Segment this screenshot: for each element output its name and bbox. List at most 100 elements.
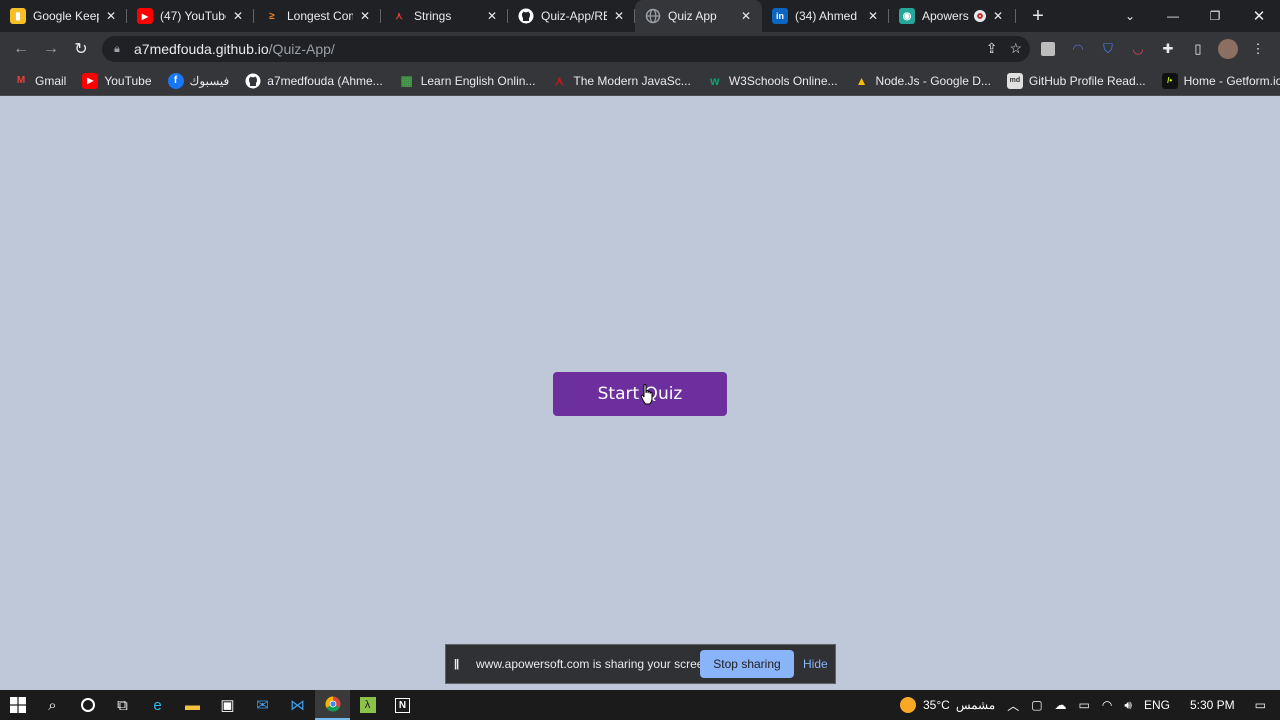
notifications-icon[interactable]: ▭ bbox=[1255, 698, 1266, 712]
reload-icon: ↻ bbox=[74, 41, 88, 58]
bookmark-label: Learn English Onlin... bbox=[420, 73, 536, 88]
bookmark-facebook[interactable]: f فيسبوك bbox=[167, 72, 230, 89]
chrome-button[interactable] bbox=[315, 690, 350, 720]
vscode-icon: ⋈ bbox=[290, 697, 305, 714]
facebook-icon: f bbox=[167, 72, 184, 89]
task-view-button[interactable]: ⧉ bbox=[105, 690, 140, 720]
close-icon[interactable]: ✕ bbox=[990, 8, 1006, 24]
stop-sharing-button[interactable]: Stop sharing bbox=[700, 650, 794, 678]
bookmark-nodejs-drive[interactable]: ▲ Node.Js - Google D... bbox=[854, 73, 991, 89]
address-bar[interactable]: 🔒︎ a7medfouda.github.io /Quiz-App/ ⇪ ☆ bbox=[102, 36, 1030, 62]
new-tab-button[interactable]: + bbox=[1024, 2, 1052, 30]
globe-icon bbox=[645, 8, 661, 24]
close-icon[interactable]: ✕ bbox=[611, 8, 627, 24]
puzzle-icon[interactable]: ✚ bbox=[1158, 39, 1178, 59]
shield-icon[interactable]: ⛉ bbox=[1098, 39, 1118, 59]
tab-title: (34) Ahmed F bbox=[795, 9, 861, 23]
tab-title: Longest Com bbox=[287, 9, 353, 23]
side-panel-icon[interactable]: ▯ bbox=[1188, 39, 1208, 59]
vscode-button[interactable]: ⋈ bbox=[280, 690, 315, 720]
tab-quiz-app[interactable]: Quiz App ✕ bbox=[635, 0, 762, 32]
edge-button[interactable]: e bbox=[140, 690, 175, 720]
bookmark-label: فيسبوك bbox=[189, 73, 230, 88]
reload-button[interactable]: ↻ bbox=[66, 34, 96, 64]
tab-google-keep[interactable]: ▮ Google Keep ✕ bbox=[0, 0, 127, 32]
menu-icon[interactable]: ⋮ bbox=[1248, 39, 1268, 59]
back-button[interactable]: ← bbox=[6, 34, 36, 64]
tab-quiz-app-readme[interactable]: Quiz-App/RE ✕ bbox=[508, 0, 635, 32]
recording-icon bbox=[974, 10, 986, 22]
windows-taskbar: ⌕ ⧉ e ▬ ▣ ✉ ⋈ λ N 35°C مشمس ︿ ▢ ☁ ▭ ◠ 🔊︎… bbox=[0, 690, 1280, 720]
extension-icon[interactable]: ◠ bbox=[1068, 39, 1088, 59]
close-icon[interactable]: ✕ bbox=[738, 8, 754, 24]
file-explorer-button[interactable]: ▬ bbox=[175, 690, 210, 720]
close-icon[interactable]: ✕ bbox=[865, 8, 881, 24]
github-icon bbox=[518, 8, 534, 24]
bookmark-label: W3Schools Online... bbox=[728, 73, 838, 88]
javascript-info-icon: ⋏ bbox=[554, 72, 565, 88]
close-icon[interactable]: ✕ bbox=[357, 8, 373, 24]
weather-condition: مشمس bbox=[955, 698, 996, 712]
lock-icon: 🔒︎ bbox=[114, 43, 120, 55]
bookmark-youtube[interactable]: ▶ YouTube bbox=[82, 72, 152, 89]
folder-icon: ▬ bbox=[185, 696, 200, 714]
youtube-icon: ▶ bbox=[137, 8, 153, 24]
bookmark-star-icon[interactable]: ☆ bbox=[1009, 40, 1022, 57]
tab-title: Apowers bbox=[922, 9, 969, 23]
volume-icon[interactable]: 🔊︎ bbox=[1124, 698, 1132, 713]
bookmark-github-profile[interactable]: a7medfouda (Ahme... bbox=[245, 73, 383, 89]
browser-toolbar: ← → ↻ 🔒︎ a7medfouda.github.io /Quiz-App/… bbox=[0, 32, 1280, 66]
weather-widget[interactable]: 35°C مشمس bbox=[900, 697, 995, 713]
google-drive-icon: ▲ bbox=[855, 73, 868, 88]
close-icon[interactable]: ✕ bbox=[103, 8, 119, 24]
hide-button[interactable]: Hide bbox=[803, 650, 828, 678]
window-close-button[interactable]: ✕ bbox=[1244, 0, 1274, 32]
search-button[interactable]: ⌕ bbox=[35, 690, 70, 720]
onedrive-icon[interactable]: ☁ bbox=[1055, 698, 1067, 712]
bookmark-gmail[interactable]: M Gmail bbox=[13, 73, 67, 89]
tab-strings[interactable]: ⋏ Strings ✕ bbox=[381, 0, 508, 32]
notion-button[interactable]: N bbox=[385, 690, 420, 720]
bookmark-label: YouTube bbox=[104, 73, 152, 88]
clock[interactable]: 5:30 PM bbox=[1190, 698, 1235, 712]
restore-button[interactable]: ❐ bbox=[1200, 0, 1230, 32]
pocket-icon[interactable]: ◡ bbox=[1128, 39, 1148, 59]
page-content: Start Quiz bbox=[0, 96, 1280, 688]
tab-strip: ▮ Google Keep ✕ ▶ (47) YouTube ✕ ≥ Longe… bbox=[0, 0, 1280, 32]
extension-icon[interactable] bbox=[1038, 39, 1058, 59]
bookmark-modern-javascript[interactable]: ⋏ The Modern JavaSc... bbox=[551, 72, 691, 89]
bookmark-getform[interactable]: /• Home - Getform.io bbox=[1161, 72, 1280, 89]
windows-start-button[interactable] bbox=[0, 690, 35, 720]
share-icon[interactable]: ⇪ bbox=[986, 40, 998, 57]
tab-longest-common[interactable]: ≥ Longest Com ✕ bbox=[254, 0, 381, 32]
lambda-app-button[interactable]: λ bbox=[350, 690, 385, 720]
close-icon[interactable]: ✕ bbox=[484, 8, 500, 24]
bookmark-label: Gmail bbox=[35, 73, 67, 88]
tab-apowersoft[interactable]: ◉ Apowers ✕ bbox=[889, 0, 1016, 32]
wifi-icon[interactable]: ◠ bbox=[1102, 698, 1112, 712]
apowersoft-icon: ◉ bbox=[899, 8, 915, 24]
task-view-icon: ⧉ bbox=[117, 696, 128, 714]
cortana-button[interactable] bbox=[70, 690, 105, 720]
battery-icon[interactable]: ▭ bbox=[1079, 698, 1090, 712]
tab-linkedin[interactable]: in (34) Ahmed F ✕ bbox=[762, 0, 889, 32]
tab-youtube[interactable]: ▶ (47) YouTube ✕ bbox=[127, 0, 254, 32]
store-button[interactable]: ▣ bbox=[210, 690, 245, 720]
bookmark-w3schools[interactable]: w W3Schools Online... bbox=[707, 73, 838, 89]
pause-icon: || bbox=[454, 658, 459, 670]
language-indicator[interactable]: ENG bbox=[1144, 698, 1170, 712]
screen-share-bar: || www.apowersoft.com is sharing your sc… bbox=[445, 644, 836, 684]
avatar[interactable] bbox=[1218, 39, 1238, 59]
arrow-right-icon: → bbox=[43, 40, 59, 57]
mail-button[interactable]: ✉ bbox=[245, 690, 280, 720]
meet-now-icon[interactable]: ▢ bbox=[1031, 698, 1042, 712]
share-message: www.apowersoft.com is sharing your scree… bbox=[476, 657, 714, 671]
linkedin-icon: in bbox=[772, 8, 788, 24]
tab-search-button[interactable]: ⌄ bbox=[1118, 0, 1142, 32]
minimize-button[interactable]: — bbox=[1158, 0, 1188, 32]
bookmark-learn-english[interactable]: ▦ Learn English Onlin... bbox=[399, 73, 536, 89]
chevron-up-icon[interactable]: ︿ bbox=[1007, 697, 1019, 714]
close-icon[interactable]: ✕ bbox=[230, 8, 246, 24]
forward-button[interactable]: → bbox=[36, 34, 66, 64]
bookmark-github-readme[interactable]: md GitHub Profile Read... bbox=[1006, 72, 1146, 89]
